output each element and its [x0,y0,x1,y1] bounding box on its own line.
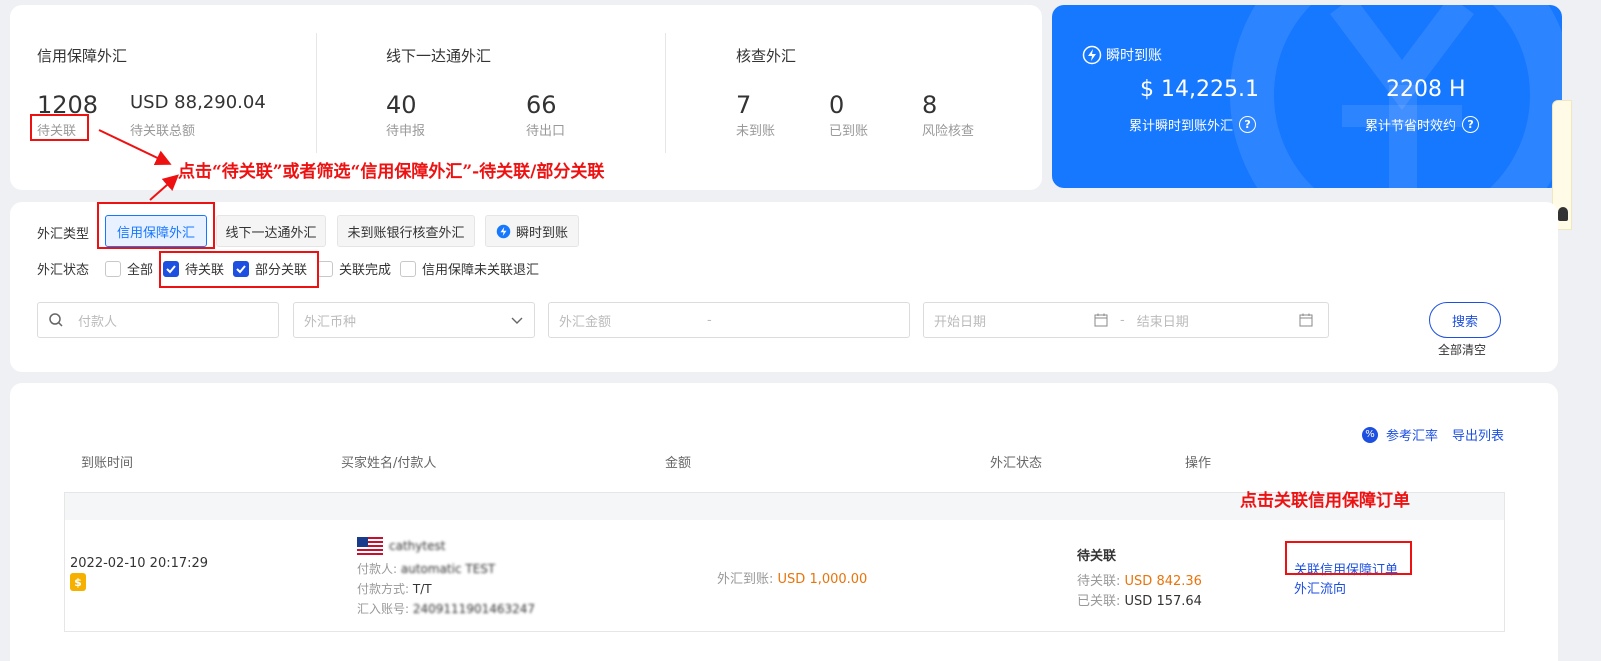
linked-line: 已关联: USD 157.64 [1077,590,1202,609]
ref-rate-link[interactable]: % 参考汇率 [1362,425,1438,444]
percent-icon: % [1362,426,1378,443]
highlight-status-box [159,251,319,288]
row-status: 待关联 [1077,549,1117,564]
status-all-checkbox[interactable]: 全部 [105,259,153,278]
calendar-icon[interactable] [1094,313,1108,327]
buyer-line: cathytest [357,537,445,555]
status-label: 外汇状态 [37,263,90,278]
status-complete-checkbox[interactable]: 关联完成 [317,259,391,278]
fx-flow-link[interactable]: 外汇流向 [1294,578,1346,597]
highlight-action-box [1285,541,1412,575]
row-time: 2022-02-10 20:17:29 [70,556,209,571]
start-date-placeholder: 开始日期 [934,314,987,330]
clear-all-link[interactable]: 全部清空 [1438,341,1486,358]
amount-value: USD 1,000.00 [777,572,868,587]
pending-label: 待关联: [1077,574,1121,589]
checkbox-box[interactable] [400,260,416,277]
annotation-top: 点击“待关联”或者筛选“信用保障外汇”-待关联/部分关联 [178,162,605,182]
amount-placeholder: 外汇金额 [559,314,612,330]
ref-rate-label: 参考汇率 [1386,429,1439,444]
account-line: 汇入账号: 2409111901463247 [357,600,535,617]
pending-line: 待关联: USD 842.36 [1077,570,1202,589]
chevron-down-icon [511,317,523,324]
status-complete-label: 关联完成 [339,263,392,278]
amount-label: 外汇到账: [717,572,774,587]
type-instant-button[interactable]: 瞬时到账 [485,215,579,247]
type-label: 外汇类型 [37,227,90,242]
status-refund-label: 信用保障未关联退汇 [422,263,540,278]
type-instant-label: 瞬时到账 [515,225,568,241]
date-range-input[interactable]: 开始日期 - 结束日期 [923,302,1329,338]
amount-range-dash: - [707,312,712,328]
checkbox-box[interactable] [317,260,333,277]
pending-value: USD 842.36 [1124,574,1202,589]
status-all-label: 全部 [127,263,154,278]
amount-line: 外汇到账: USD 1,000.00 [717,568,867,587]
account-label: 汇入账号: [357,602,410,616]
method-line: 付款方式: T/T [357,580,432,597]
status-refund-checkbox[interactable]: 信用保障未关联退汇 [400,259,539,278]
col-status: 外汇状态 [990,456,1043,471]
end-date-placeholder: 结束日期 [1136,314,1189,330]
col-action: 操作 [1185,456,1212,471]
amount-range-input[interactable]: 外汇金额 - [548,302,910,338]
type-offline-button[interactable]: 线下一达通外汇 [216,215,326,247]
col-time: 到账时间 [81,456,134,471]
linked-label: 已关联: [1077,594,1121,609]
payer-value: automatic TEST [400,562,496,576]
method-value: T/T [412,582,432,596]
date-range-dash: - [1120,312,1125,328]
linked-value: USD 157.64 [1124,594,1202,609]
us-flag-icon [357,537,383,555]
account-value: 2409111901463247 [412,602,536,616]
search-icon [49,313,63,327]
table-card: % 参考汇率 导出列表 到账时间 买家姓名/付款人 金额 外汇状态 操作 202… [10,383,1558,661]
payer-placeholder: 付款人 [78,314,118,330]
highlight-type-box [97,202,215,249]
export-list-link[interactable]: 导出列表 [1452,425,1504,444]
lightning-icon [496,224,511,238]
buyer-name: cathytest [389,539,446,553]
method-label: 付款方式: [357,582,410,596]
search-button[interactable]: 搜索 [1429,302,1501,338]
calendar-icon[interactable] [1299,313,1313,327]
payer-label: 付款人: [357,562,398,576]
type-bank-verify-button[interactable]: 未到账银行核查外汇 [337,215,475,247]
dollar-badge-icon: $ [70,573,86,591]
col-buyer: 买家姓名/付款人 [341,456,437,471]
currency-placeholder: 外汇币种 [304,314,357,330]
annotation-right: 点击关联信用保障订单 [1240,491,1410,511]
currency-select[interactable]: 外汇币种 [293,302,535,338]
payer-line: 付款人: automatic TEST [357,560,495,577]
payer-search-input[interactable]: 付款人 [37,302,279,338]
col-amount: 金额 [665,456,692,471]
checkbox-box[interactable] [105,260,121,277]
